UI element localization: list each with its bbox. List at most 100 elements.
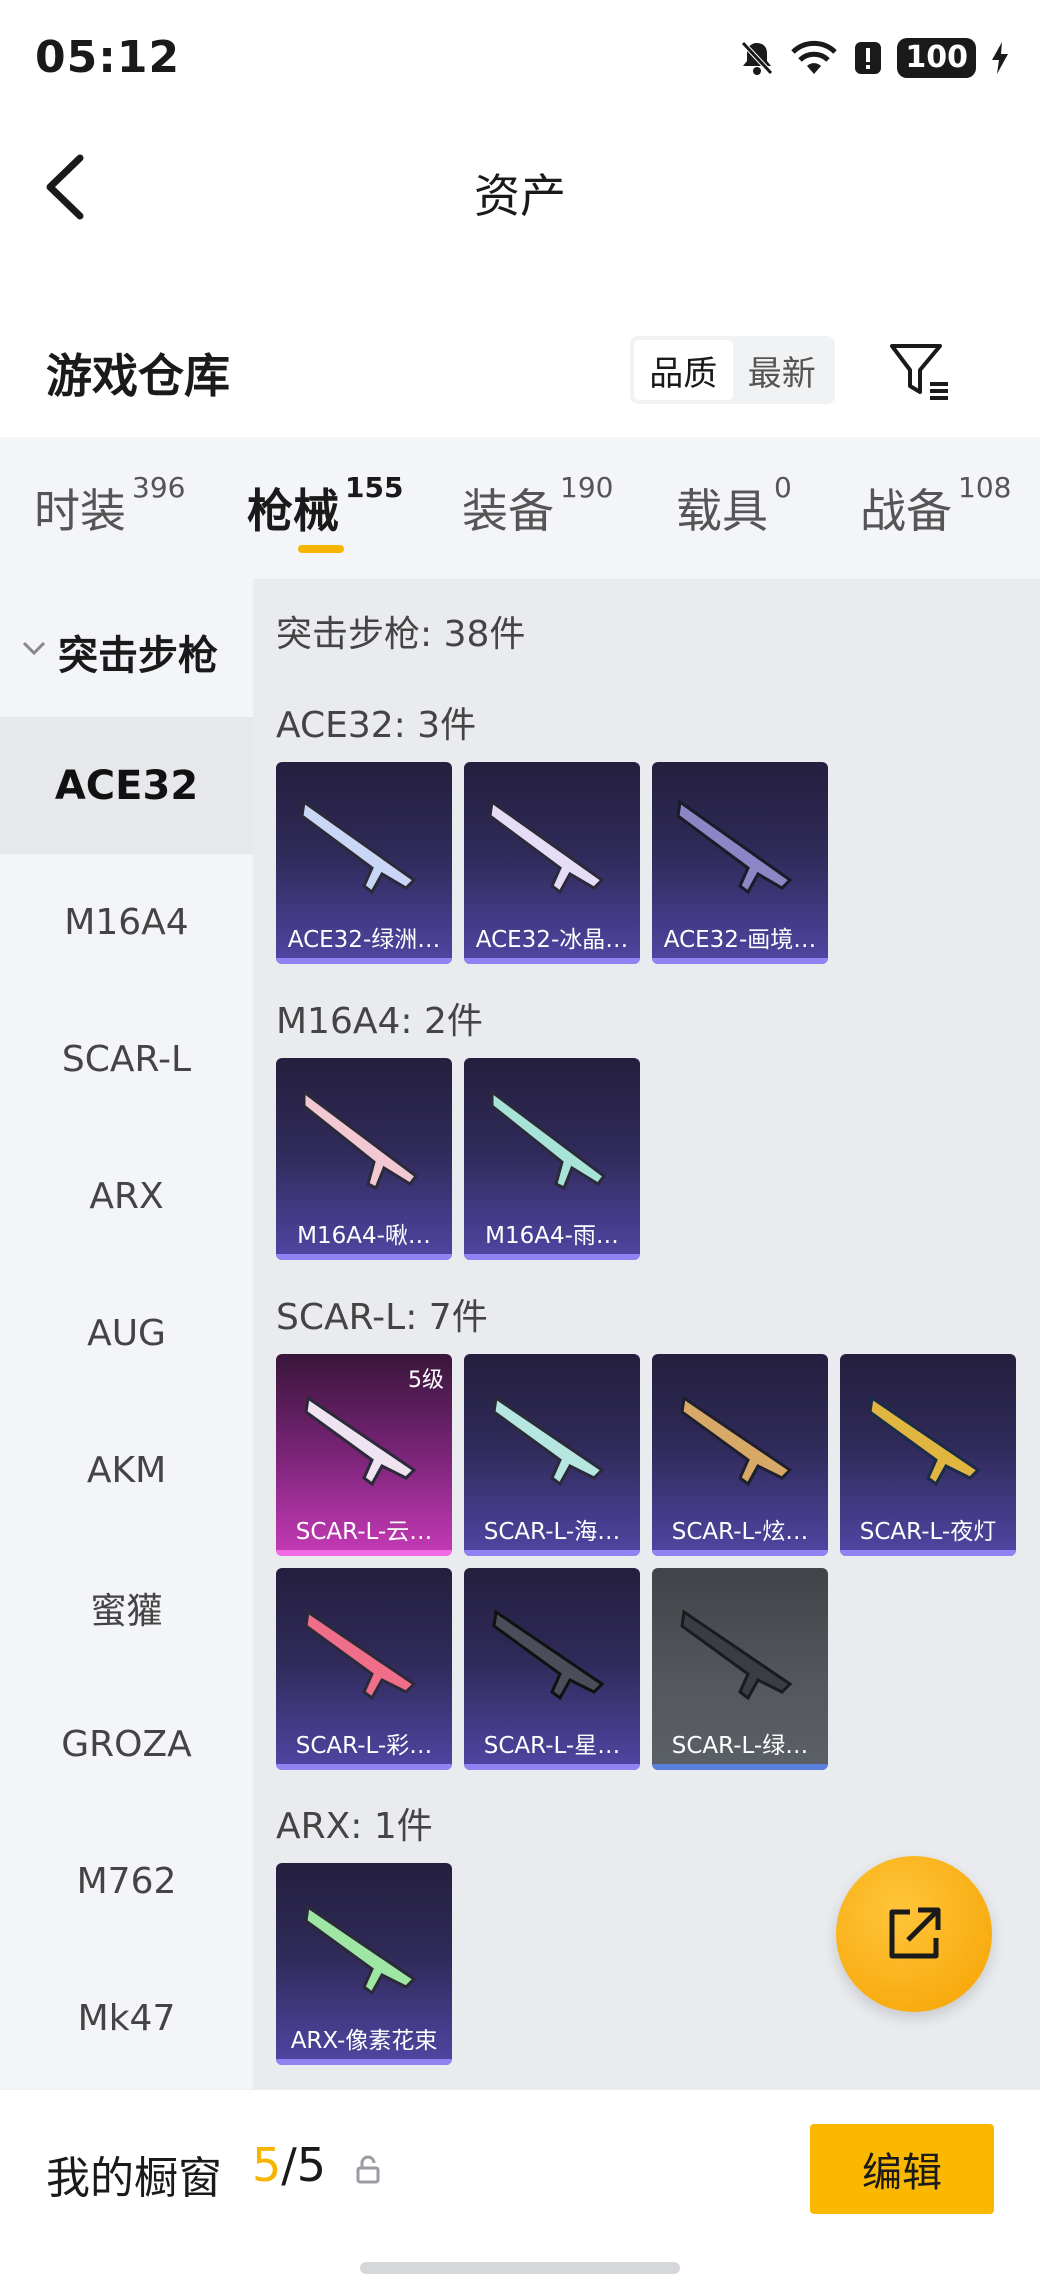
item-card[interactable]: SCAR-L-彩… xyxy=(276,1568,452,1770)
sidebar-item-ace32[interactable]: ACE32 xyxy=(0,717,253,854)
rifle-icon xyxy=(680,1609,793,1701)
item-label: SCAR-L-夜灯 xyxy=(859,1519,997,1545)
item-label: ARX-像素花束 xyxy=(290,2028,438,2054)
sidebar: 突击步枪 ACE32 M16A4 SCAR-L ARX AUG AKM 蜜獾 G… xyxy=(0,579,253,2089)
sidebar-group-header[interactable]: 突击步枪 xyxy=(0,579,253,717)
sidebar-item-groza[interactable]: GROZA xyxy=(0,1676,253,1813)
tab-supplies[interactable]: 战备 108 xyxy=(860,471,1011,541)
active-tab-indicator xyxy=(298,545,344,553)
filter-icon[interactable] xyxy=(888,340,952,400)
sidebar-item-m762[interactable]: M762 xyxy=(0,1813,253,1950)
rifle-icon xyxy=(492,1609,605,1701)
item-label: ACE32-绿洲… xyxy=(287,927,441,953)
rifle-icon xyxy=(676,799,793,895)
showcase-current: 5 xyxy=(252,2138,282,2192)
rifle-icon xyxy=(302,1089,419,1191)
tab-count: 155 xyxy=(345,471,404,504)
item-card[interactable]: SCAR-L-绿… xyxy=(652,1568,828,1770)
warehouse-title: 游戏仓库 xyxy=(46,349,230,403)
sort-quality-button[interactable]: 品质 xyxy=(634,340,733,400)
status-icons: 100 xyxy=(739,38,1010,78)
item-label: SCAR-L-绿… xyxy=(671,1733,809,1759)
tab-count: 190 xyxy=(560,471,614,504)
nav-bar: 资产 xyxy=(0,130,1040,240)
item-label: ACE32-画境… xyxy=(663,927,817,953)
tab-label: 时装 xyxy=(34,484,126,538)
chevron-down-icon xyxy=(22,641,46,656)
wifi-icon xyxy=(791,40,838,74)
group-title-arx: ARX: 1件 xyxy=(276,1806,433,1847)
sidebar-item-akm[interactable]: AKM xyxy=(0,1402,253,1539)
item-label: SCAR-L-彩… xyxy=(295,1733,433,1759)
rifle-icon xyxy=(304,1904,417,1996)
category-summary: 突击步枪: 38件 xyxy=(276,614,526,655)
page-title: 资产 xyxy=(474,169,566,223)
item-card[interactable]: SCAR-L-海… xyxy=(464,1354,640,1556)
sidebar-item-scar-l[interactable]: SCAR-L xyxy=(0,991,253,1128)
tab-equipment[interactable]: 装备 190 xyxy=(462,471,613,541)
showcase-title: 我的橱窗 xyxy=(46,2153,222,2204)
item-label: M16A4-雨… xyxy=(485,1223,619,1249)
showcase-count: 5/5 xyxy=(252,2138,326,2192)
item-card[interactable]: SCAR-L-夜灯 xyxy=(840,1354,1016,1556)
showcase-separator: / xyxy=(281,2138,297,2192)
showcase-bar: 我的橱窗 5/5 编辑 xyxy=(0,2089,1040,2296)
tab-count: 396 xyxy=(132,471,186,504)
rifle-icon xyxy=(868,1395,981,1487)
item-card[interactable]: SCAR-L-炫… xyxy=(652,1354,828,1556)
tab-fashion[interactable]: 时装 396 xyxy=(34,471,185,541)
sidebar-group-label: 突击步枪 xyxy=(58,633,218,679)
status-bar: 05:12 100 xyxy=(0,0,1040,120)
item-label: ACE32-冰晶… xyxy=(475,927,629,953)
tab-count: 0 xyxy=(774,471,792,504)
sidebar-item-aug[interactable]: AUG xyxy=(0,1265,253,1402)
share-button[interactable] xyxy=(836,1856,992,2012)
item-label: SCAR-L-炫… xyxy=(671,1519,809,1545)
group-title-scar-l: SCAR-L: 7件 xyxy=(276,1297,488,1338)
group-title-m16a4: M16A4: 2件 xyxy=(276,1001,483,1042)
item-label: SCAR-L-星… xyxy=(483,1733,621,1759)
tab-vehicles[interactable]: 载具 0 xyxy=(676,471,792,541)
group-title-ace32: ACE32: 3件 xyxy=(276,705,477,746)
sort-toggle: 品质 最新 xyxy=(630,336,835,404)
item-card[interactable]: ACE32-绿洲… xyxy=(276,762,452,964)
item-card[interactable]: SCAR-L-星… xyxy=(464,1568,640,1770)
rifle-icon xyxy=(300,799,417,895)
item-card[interactable]: 5级 SCAR-L-云… xyxy=(276,1354,452,1556)
rifle-icon xyxy=(492,1395,605,1487)
item-card[interactable]: ACE32-冰晶… xyxy=(464,762,640,964)
sidebar-item-arx[interactable]: ARX xyxy=(0,1128,253,1265)
category-tabs: 时装 396 枪械 155 装备 190 载具 0 战备 108 xyxy=(0,437,1040,579)
edit-button[interactable]: 编辑 xyxy=(810,2124,994,2214)
sidebar-item-honey-badger[interactable]: 蜜獾 xyxy=(0,1539,253,1676)
lock-icon xyxy=(356,2155,380,2184)
tab-label: 战备 xyxy=(860,484,952,538)
item-card[interactable]: ACE32-画境… xyxy=(652,762,828,964)
alert-icon xyxy=(855,42,882,74)
battery-indicator: 100 xyxy=(897,38,976,78)
item-label: SCAR-L-云… xyxy=(295,1519,433,1545)
rifle-icon xyxy=(488,799,605,895)
item-card[interactable]: ARX-像素花束 xyxy=(276,1863,452,2065)
showcase-total: 5 xyxy=(296,2138,327,2192)
charging-icon xyxy=(992,42,1008,74)
item-label: SCAR-L-海… xyxy=(483,1519,621,1545)
bell-off-icon xyxy=(741,41,774,75)
tab-label: 装备 xyxy=(462,484,554,538)
status-time: 05:12 xyxy=(35,32,181,83)
sidebar-item-mk47[interactable]: Mk47 xyxy=(0,1950,253,2087)
share-external-icon xyxy=(889,1907,941,1959)
home-indicator[interactable] xyxy=(360,2262,680,2274)
tab-label: 枪械 xyxy=(247,484,339,538)
sidebar-item-m16a4[interactable]: M16A4 xyxy=(0,854,253,991)
tab-count: 108 xyxy=(958,471,1012,504)
rifle-icon xyxy=(304,1609,417,1701)
item-card[interactable]: M16A4-雨… xyxy=(464,1058,640,1260)
sort-latest-button[interactable]: 最新 xyxy=(733,340,832,400)
item-label: M16A4-啾… xyxy=(297,1223,431,1249)
rifle-icon xyxy=(680,1395,793,1487)
item-card[interactable]: M16A4-啾… xyxy=(276,1058,452,1260)
rifle-icon xyxy=(304,1395,417,1487)
tab-label: 载具 xyxy=(676,484,768,538)
tab-guns[interactable]: 枪械 155 xyxy=(247,471,403,541)
